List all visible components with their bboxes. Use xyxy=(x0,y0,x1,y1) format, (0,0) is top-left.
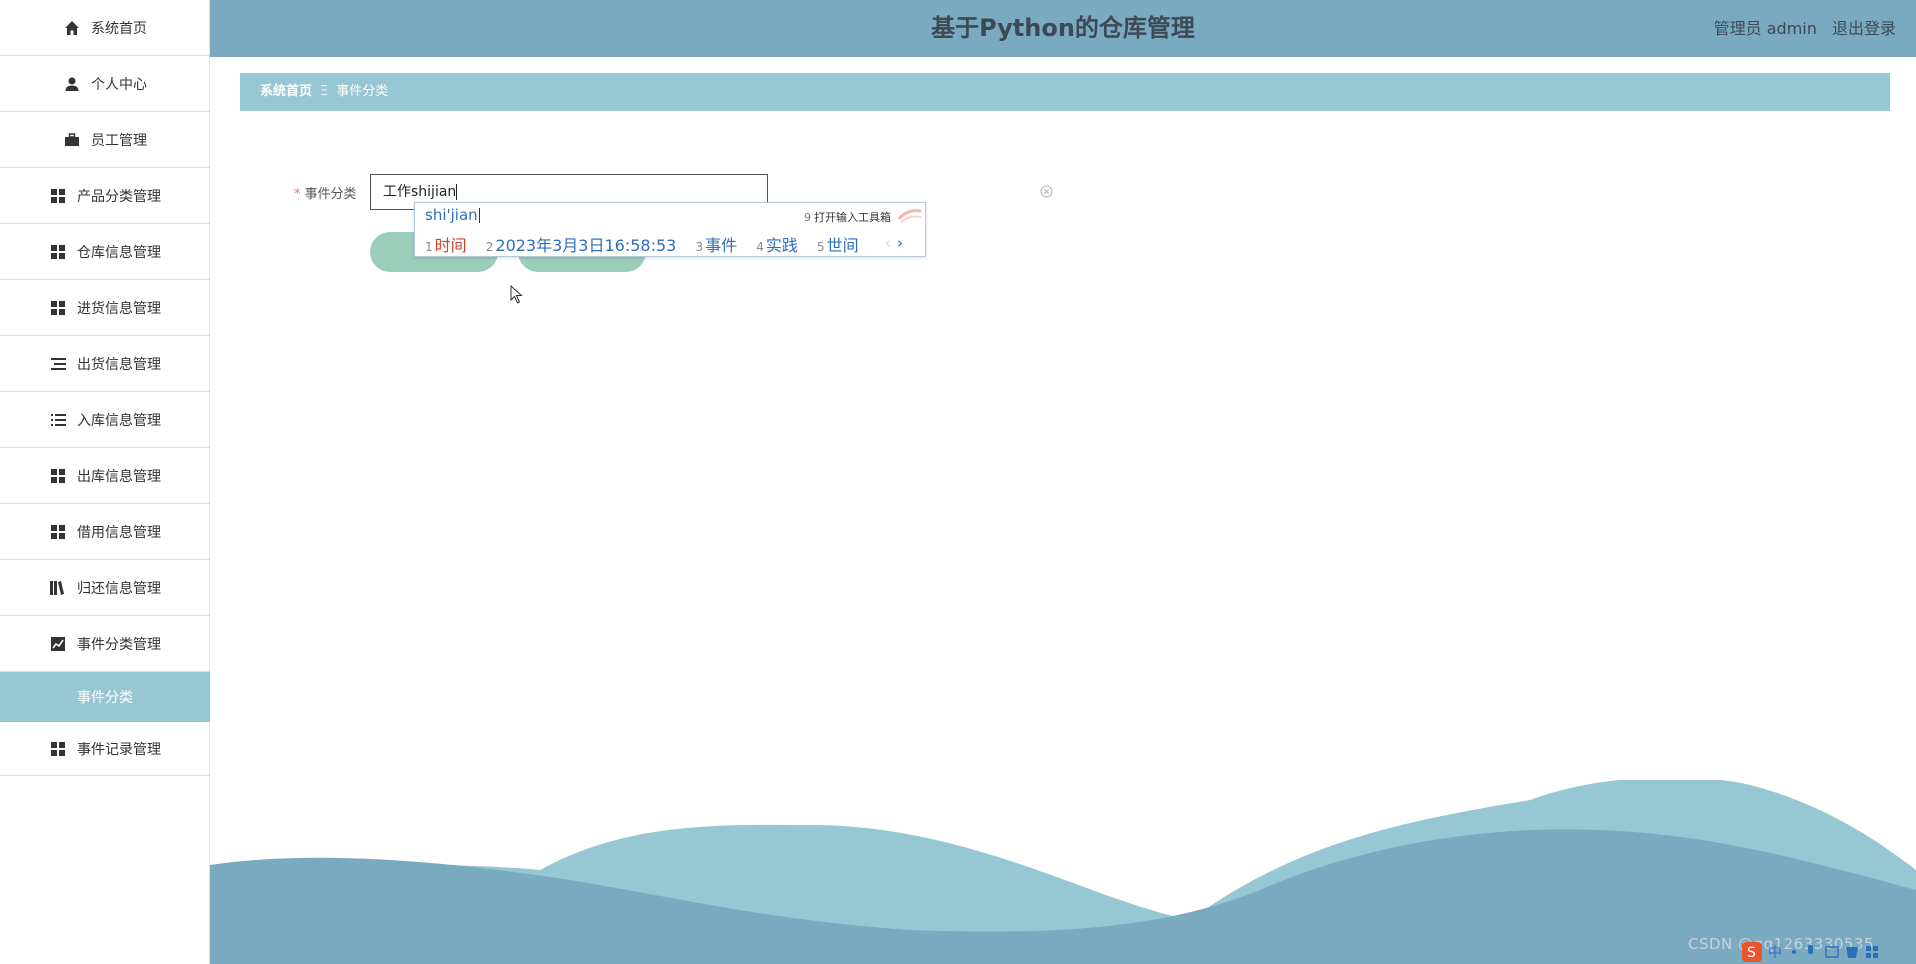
ime-candidate-popup: shi'jian 9 打开输入工具箱 1 时间 2 2023年3月3日16:58:53… xyxy=(414,202,926,257)
sidebar-item-label: 出货信息管理 xyxy=(77,356,161,373)
list-icon xyxy=(49,411,67,429)
sidebar-item-profile[interactable]: 个人中心 xyxy=(0,56,210,112)
clear-circle-icon[interactable] xyxy=(1040,185,1053,198)
ime-pinyin: shi'jian xyxy=(425,206,478,224)
sidebar-item-event-records[interactable]: 事件记录管理 xyxy=(0,722,210,776)
user-label: 管理员 admin xyxy=(1713,19,1817,38)
grid-icon xyxy=(49,187,67,205)
chart-icon xyxy=(49,635,67,653)
sidebar-item-return[interactable]: 归还信息管理 xyxy=(0,560,210,616)
svg-text:S: S xyxy=(1747,945,1756,961)
sidebar-item-shipment[interactable]: 出货信息管理 xyxy=(0,336,210,392)
sidebar-item-label: 入库信息管理 xyxy=(77,412,161,429)
user-area: 管理员 admin 退出登录 xyxy=(1704,0,1896,57)
sidebar: 系统首页 个人中心 员工管理 产品分类管理 仓库信息管理 进货信息管理 出货信息… xyxy=(0,0,210,964)
event-category-label: * 事件分类 xyxy=(294,183,357,202)
ime-next-button[interactable]: › xyxy=(897,234,903,252)
sidebar-item-warehouse[interactable]: 仓库信息管理 xyxy=(0,224,210,280)
sidebar-item-label: 个人中心 xyxy=(91,76,147,93)
briefcase-icon xyxy=(63,131,81,149)
sidebar-item-label: 事件记录管理 xyxy=(77,741,161,758)
required-mark: * xyxy=(294,187,301,202)
sidebar-item-label: 系统首页 xyxy=(91,20,147,37)
ime-pager: ‹ › xyxy=(885,234,903,252)
mouse-pointer-icon xyxy=(510,285,523,304)
breadcrumb-home[interactable]: 系统首页 xyxy=(260,84,312,99)
sidebar-item-label: 事件分类管理 xyxy=(77,636,161,653)
top-header: 基于Python的仓库管理 管理员 admin 退出登录 xyxy=(210,0,1916,57)
ime-candidate[interactable]: 3 事件 xyxy=(695,236,737,255)
sidebar-item-borrow[interactable]: 借用信息管理 xyxy=(0,504,210,560)
home-icon xyxy=(63,19,81,37)
sidebar-item-outbound[interactable]: 出库信息管理 xyxy=(0,448,210,504)
list-icon xyxy=(49,355,67,373)
sidebar-item-product-category[interactable]: 产品分类管理 xyxy=(0,168,210,224)
sidebar-item-label: 产品分类管理 xyxy=(77,188,161,205)
sidebar-item-label: 进货信息管理 xyxy=(77,300,161,317)
logout-link[interactable]: 退出登录 xyxy=(1832,19,1896,38)
user-icon xyxy=(63,75,81,93)
books-icon xyxy=(49,579,67,597)
sidebar-item-label: 员工管理 xyxy=(91,132,147,149)
breadcrumb: 系统首页 Ξ 事件分类 xyxy=(240,73,1890,111)
ime-candidate[interactable]: 4 实践 xyxy=(756,236,798,255)
sidebar-item-label: 归还信息管理 xyxy=(77,580,161,597)
breadcrumb-current: 事件分类 xyxy=(336,84,389,99)
ime-prev-button[interactable]: ‹ xyxy=(885,234,891,252)
ime-toolbox-link[interactable]: 9 打开输入工具箱 xyxy=(804,209,891,225)
grid-icon xyxy=(49,243,67,261)
sidebar-item-home[interactable]: 系统首页 xyxy=(0,0,210,56)
grid-icon xyxy=(49,299,67,317)
grid-icon xyxy=(49,523,67,541)
sidebar-item-label: 借用信息管理 xyxy=(77,524,161,541)
sidebar-item-purchase[interactable]: 进货信息管理 xyxy=(0,280,210,336)
sidebar-item-label: 事件分类 xyxy=(77,690,133,706)
grid-icon xyxy=(49,740,67,758)
ime-candidates: 1 时间 2 2023年3月3日16:58:53 3 事件 4 实践 5 世间 xyxy=(425,232,873,256)
sidebar-item-event-category[interactable]: 事件分类 xyxy=(0,672,210,722)
ime-candidate[interactable]: 5 世间 xyxy=(817,236,859,255)
input-value: 工作shijian xyxy=(383,184,457,200)
app-title: 基于Python的仓库管理 xyxy=(931,14,1195,42)
ime-logo-icon xyxy=(897,209,922,223)
sidebar-item-label: 仓库信息管理 xyxy=(77,244,161,261)
field-label: 事件分类 xyxy=(304,187,357,202)
sidebar-item-label: 出库信息管理 xyxy=(77,468,161,485)
grid-icon xyxy=(49,467,67,485)
sidebar-item-employees[interactable]: 员工管理 xyxy=(0,112,210,168)
ime-candidate[interactable]: 2 2023年3月3日16:58:53 xyxy=(486,236,677,255)
sidebar-item-inbound[interactable]: 入库信息管理 xyxy=(0,392,210,448)
ime-status-bar: S 中 xyxy=(1742,942,1878,962)
breadcrumb-separator: Ξ xyxy=(320,84,329,99)
ime-candidate[interactable]: 1 时间 xyxy=(425,236,467,255)
decorative-waves xyxy=(210,780,1916,964)
svg-text:中: 中 xyxy=(1768,945,1782,961)
sidebar-item-event-category-mgmt[interactable]: 事件分类管理 xyxy=(0,616,210,672)
